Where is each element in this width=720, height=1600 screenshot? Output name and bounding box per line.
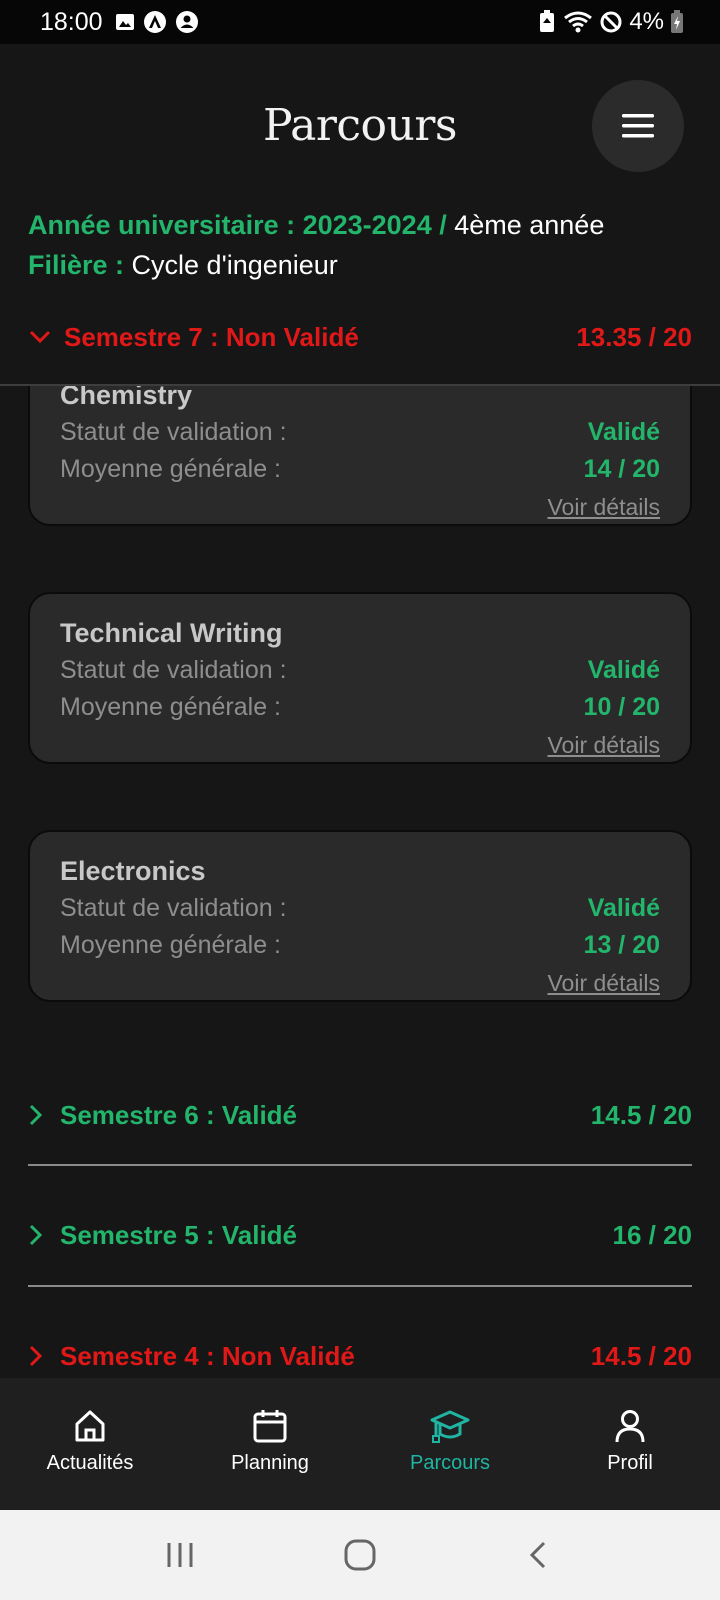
chevron-down-icon xyxy=(29,330,51,344)
home-icon xyxy=(75,1410,105,1442)
semester-6-grade: 14.5 / 20 xyxy=(590,1099,692,1130)
battery-charging-icon xyxy=(671,10,683,33)
nav-tab-parcours[interactable]: Parcours xyxy=(360,1378,540,1510)
chevron-right-icon xyxy=(29,1104,43,1126)
bottom-navigation: Actualités Planning Parcours Profil xyxy=(0,1378,720,1510)
course-name: Electronics xyxy=(60,856,206,886)
academic-year-value: 4ème année xyxy=(446,210,605,240)
nav-label: Parcours xyxy=(409,1452,491,1474)
field-line: Filière : Cycle d'ingenieur xyxy=(28,245,604,285)
system-navigation-bar xyxy=(0,1510,720,1600)
chevron-right-icon xyxy=(29,1224,43,1246)
nav-tab-actualites[interactable]: Actualités xyxy=(0,1378,180,1510)
validation-status-value: Validé xyxy=(587,894,660,922)
recent-apps-icon[interactable] xyxy=(164,1539,196,1571)
account-notification-icon xyxy=(175,11,198,33)
home-button-icon[interactable] xyxy=(343,1538,377,1572)
field-label: Filière : xyxy=(28,250,125,280)
course-card: Electronics Statut de validation : Valid… xyxy=(28,830,692,1002)
chevron-right-icon xyxy=(29,1345,43,1367)
nav-tab-planning[interactable]: Planning xyxy=(180,1378,360,1510)
course-list: Chemistry Statut de validation : Validé … xyxy=(28,384,692,1056)
course-card: Chemistry Statut de validation : Validé … xyxy=(28,384,692,526)
status-bar: 18:00 4% xyxy=(0,0,720,44)
semester-6-header[interactable]: Semestre 6 : Validé 14.5 / 20 xyxy=(28,1085,692,1145)
battery-percent: 4% xyxy=(629,8,664,35)
average-value: 10 / 20 xyxy=(583,693,660,721)
validation-status-label: Statut de validation : xyxy=(60,656,287,684)
see-details-link[interactable]: Voir détails xyxy=(547,732,660,759)
nav-label: Profil xyxy=(607,1452,653,1474)
wifi-icon xyxy=(564,11,593,33)
average-row: Moyenne générale : 14 / 20 xyxy=(60,455,660,484)
divider xyxy=(28,1164,692,1166)
header: Parcours xyxy=(0,44,720,194)
see-details-link[interactable]: Voir détails xyxy=(547,494,660,521)
app-notification-icon xyxy=(143,11,166,33)
average-value: 14 / 20 xyxy=(583,455,660,483)
validation-status-value: Validé xyxy=(587,418,660,446)
validation-status-label: Statut de validation : xyxy=(60,418,287,446)
calendar-icon xyxy=(253,1410,287,1443)
back-icon[interactable] xyxy=(524,1539,556,1571)
semester-5-label: Semestre 5 : Validé xyxy=(60,1219,298,1250)
course-list-viewport[interactable]: Chemistry Statut de validation : Validé … xyxy=(0,384,720,1056)
academic-info: Année universitaire : 2023-2024 / 4ème a… xyxy=(28,205,604,285)
course-card: Technical Writing Statut de validation :… xyxy=(28,592,692,764)
validation-status-row: Statut de validation : Validé xyxy=(60,656,660,685)
course-name: Chemistry xyxy=(60,384,193,410)
battery-saver-icon xyxy=(540,10,555,32)
average-row: Moyenne générale : 13 / 20 xyxy=(60,931,660,960)
semester-4-header[interactable]: Semestre 4 : Non Validé 14.5 / 20 xyxy=(28,1326,692,1386)
gallery-icon xyxy=(115,14,134,30)
semester-6-label: Semestre 6 : Validé xyxy=(60,1099,298,1130)
divider xyxy=(28,1285,692,1287)
semester-4-grade: 14.5 / 20 xyxy=(590,1340,692,1371)
validation-status-value: Validé xyxy=(587,656,660,684)
validation-status-row: Statut de validation : Validé xyxy=(60,894,660,923)
average-label: Moyenne générale : xyxy=(60,931,281,959)
semester-4-label: Semestre 4 : Non Validé xyxy=(60,1340,355,1371)
graduation-cap-icon xyxy=(430,1410,470,1443)
status-time: 18:00 xyxy=(40,7,103,36)
semester-5-header[interactable]: Semestre 5 : Validé 16 / 20 xyxy=(28,1205,692,1265)
validation-status-row: Statut de validation : Validé xyxy=(60,418,660,447)
see-details-link[interactable]: Voir détails xyxy=(547,970,660,997)
nav-label: Planning xyxy=(231,1452,309,1474)
average-label: Moyenne générale : xyxy=(60,693,281,721)
field-value: Cycle d'ingenieur xyxy=(124,250,338,280)
average-value: 13 / 20 xyxy=(583,931,660,959)
semester-5-grade: 16 / 20 xyxy=(612,1219,692,1250)
user-icon xyxy=(615,1410,645,1443)
semester-7-label: Semestre 7 : Non Validé xyxy=(64,321,359,352)
nav-tab-profil[interactable]: Profil xyxy=(540,1378,720,1510)
academic-year-line: Année universitaire : 2023-2024 / 4ème a… xyxy=(28,205,604,245)
validation-status-label: Statut de validation : xyxy=(60,894,287,922)
do-not-disturb-icon xyxy=(600,11,622,33)
course-name: Technical Writing xyxy=(60,618,283,648)
menu-button[interactable] xyxy=(592,80,684,172)
hamburger-menu-icon xyxy=(622,114,654,138)
academic-year-label: Année universitaire : 2023-2024 / xyxy=(28,210,447,240)
semester-7-grade: 13.35 / 20 xyxy=(576,321,692,352)
average-row: Moyenne générale : 10 / 20 xyxy=(60,693,660,722)
average-label: Moyenne générale : xyxy=(60,455,281,483)
semester-7-header[interactable]: Semestre 7 : Non Validé 13.35 / 20 xyxy=(28,312,692,362)
nav-label: Actualités xyxy=(46,1452,134,1474)
